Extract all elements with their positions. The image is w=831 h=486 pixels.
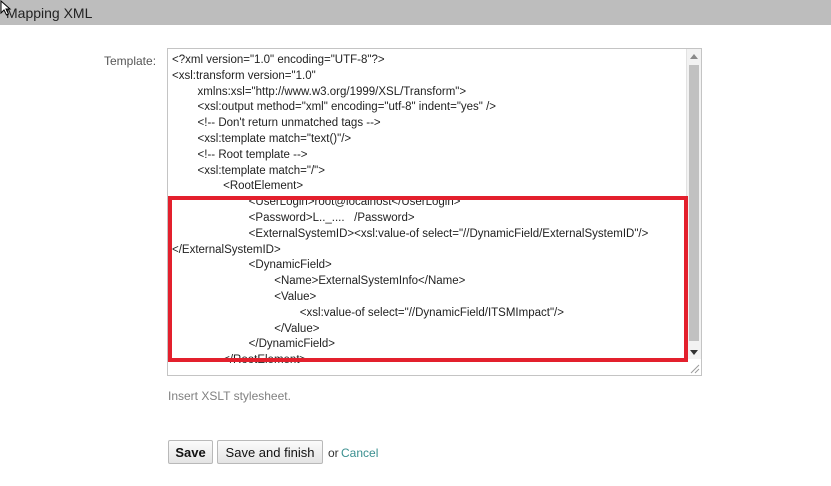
template-code-line: </DynamicField> (172, 338, 335, 351)
chevron-up-icon[interactable] (687, 49, 701, 63)
template-code-line: </Value> (172, 322, 320, 335)
template-code[interactable]: <?xml version="1.0" encoding="UTF-8"?> <x… (172, 53, 682, 369)
template-code-line: <xsl:output method="xml" encoding="utf-8… (172, 101, 496, 114)
mouse-pointer-icon (0, 0, 12, 16)
template-code-line: <Name>ExternalSystemInfo</Name> (172, 275, 466, 288)
template-code-line: </RootElement> (172, 354, 307, 367)
template-code-line: <!-- Don't return unmatched tags --> (172, 117, 381, 130)
page-title: Mapping XML (6, 5, 93, 21)
template-code-line: xmlns:xsl="http://www.w3.org/1999/XSL/Tr… (172, 85, 467, 98)
template-code-line: <DynamicField> (172, 259, 332, 272)
template-code-line: <Password>L.._.... /Password> (172, 211, 415, 224)
save-button[interactable]: Save (168, 440, 213, 464)
template-code-line: <!-- Root template --> (172, 148, 308, 161)
resize-grip-icon[interactable] (689, 363, 700, 374)
template-code-line: <xsl:template match="text()"/> (172, 132, 352, 145)
template-code-line: <xsl:value-of select="//DynamicField/ITS… (172, 306, 564, 319)
template-code-line: <RootElement> (172, 180, 304, 193)
template-hint: Insert XSLT stylesheet. (168, 389, 291, 403)
template-code-line: <xsl:template match="/"> (172, 164, 325, 177)
chevron-down-icon[interactable] (687, 345, 701, 359)
template-code-line: <Value> (172, 290, 317, 303)
template-code-line: <?xml version="1.0" encoding="UTF-8"?> (172, 54, 385, 66)
template-code-line: </ExternalSystemID> (172, 243, 281, 256)
or-text: or (328, 446, 339, 460)
page-header: Mapping XML (0, 0, 831, 25)
save-and-finish-button[interactable]: Save and finish (217, 440, 323, 464)
template-code-line: <xsl:transform version="1.0" (172, 69, 316, 82)
template-label: Template: (104, 54, 157, 68)
vertical-scrollbar[interactable] (686, 49, 701, 359)
template-code-line: <ExternalSystemID><xsl:value-of select="… (172, 227, 649, 240)
cancel-link[interactable]: Cancel (341, 446, 378, 460)
template-code-line: <UserLogin>root@localhost</UserLogin> (172, 196, 461, 209)
template-textarea[interactable]: <?xml version="1.0" encoding="UTF-8"?> <x… (167, 48, 702, 376)
scrollbar-thumb[interactable] (689, 65, 699, 341)
